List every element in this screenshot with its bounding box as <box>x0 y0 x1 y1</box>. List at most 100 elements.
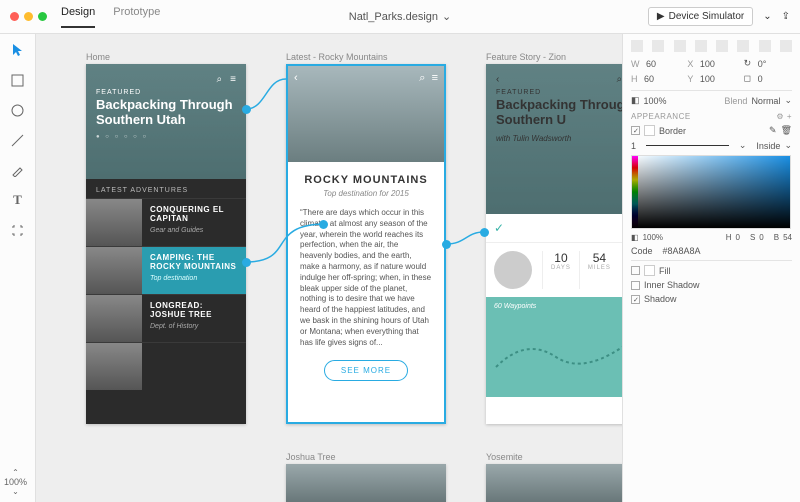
fx-icon[interactable]: ⚙ <box>776 112 784 121</box>
list-item[interactable]: CONQUERING EL CAPITANGear and Guides <box>86 198 246 246</box>
design-canvas[interactable]: Home ⌕ ≡ FEATURED Backpacking Through So… <box>36 34 622 502</box>
h-input[interactable]: 0 <box>736 233 740 242</box>
tab-design[interactable]: Design <box>61 6 95 28</box>
artboard-joshua[interactable] <box>286 464 446 502</box>
artboard-home[interactable]: ⌕ ≡ FEATURED Backpacking Through Souther… <box>86 64 246 424</box>
menu-icon[interactable]: ≡ <box>432 72 438 84</box>
check-icon[interactable]: ✓ <box>494 221 504 235</box>
see-more-button[interactable]: SEE MORE <box>324 360 408 381</box>
align-bottom-icon[interactable] <box>737 40 749 52</box>
border-swatch[interactable] <box>644 125 655 136</box>
document-title[interactable]: Natl_Parks.design ⌄ <box>349 10 452 23</box>
pager-dots[interactable]: ● ○ ○ ○ ○ ○ <box>96 134 236 140</box>
delete-icon[interactable]: 🗑 <box>781 125 792 136</box>
share-icon[interactable]: ⇪ <box>782 11 790 22</box>
border-label: Border <box>659 126 686 136</box>
left-toolbox: T ⌃ 100% ⌄ <box>0 34 36 502</box>
wire-node[interactable] <box>480 228 489 237</box>
artboard-label-feature[interactable]: Feature Story - Zion <box>486 52 566 62</box>
artboard-label-yosemite[interactable]: Yosemite <box>486 452 523 462</box>
rotate-icon: ↻ <box>744 58 752 69</box>
line-tool[interactable] <box>10 132 26 148</box>
action-bar: ✓ <box>486 214 622 242</box>
wire-node[interactable] <box>442 240 451 249</box>
ellipse-tool[interactable] <box>10 102 26 118</box>
pen-tool[interactable] <box>10 162 26 178</box>
back-icon[interactable]: ‹ <box>294 72 298 85</box>
align-middle-icon[interactable] <box>716 40 728 52</box>
device-simulator-button[interactable]: ▶ Device Simulator <box>648 7 753 26</box>
hex-input[interactable]: #8A8A8A <box>663 246 701 256</box>
list-item[interactable]: LONGREAD: JOSHUE TREEDept. of History <box>86 294 246 342</box>
align-top-icon[interactable] <box>695 40 707 52</box>
article-subtitle: Top destination for 2015 <box>300 189 432 198</box>
corner-input[interactable]: 0 <box>758 74 763 84</box>
inspector-panel: W 60 X 100 ↻ 0° H 60 Y 100 ◻ 0 ◧ 100% Bl… <box>622 34 800 502</box>
chevron-down-icon[interactable]: ⌄ <box>739 140 747 151</box>
artboard-feature[interactable]: ‹ ⌕ ≡ FEATURED Backpacking Through South… <box>486 64 622 424</box>
x-input[interactable]: 100 <box>700 59 715 69</box>
border-side-select[interactable]: Inside <box>756 141 780 151</box>
opacity-icon: ◧ <box>631 95 640 106</box>
featured-tag: FEATURED <box>496 89 622 96</box>
zoom-window-icon[interactable] <box>38 12 47 21</box>
inner-shadow-label: Inner Shadow <box>644 280 700 290</box>
rectangle-tool[interactable] <box>10 72 26 88</box>
artboard-label-latest[interactable]: Latest - Rocky Mountains <box>286 52 388 62</box>
shadow-checkbox[interactable] <box>631 295 640 304</box>
tab-prototype[interactable]: Prototype <box>113 6 160 28</box>
text-tool[interactable]: T <box>10 192 26 208</box>
menu-icon[interactable]: ≡ <box>230 74 236 85</box>
height-input[interactable]: 60 <box>644 74 654 84</box>
width-input[interactable]: 60 <box>646 59 656 69</box>
thumbnail <box>86 343 142 390</box>
blend-label: Blend <box>724 96 747 106</box>
fill-checkbox[interactable] <box>631 266 640 275</box>
align-center-h-icon[interactable] <box>652 40 664 52</box>
artboard-yosemite[interactable] <box>486 464 622 502</box>
avatar[interactable] <box>494 251 532 289</box>
artboard-label-home[interactable]: Home <box>86 52 110 62</box>
opacity-value[interactable]: 100% <box>644 96 667 106</box>
fill-swatch[interactable] <box>644 265 655 276</box>
map-section[interactable]: 60 Waypoints <box>486 297 622 397</box>
inner-shadow-checkbox[interactable] <box>631 281 640 290</box>
s-input[interactable]: 0 <box>759 233 763 242</box>
artboard-tool[interactable] <box>10 222 26 238</box>
b-input[interactable]: 54 <box>783 233 792 242</box>
rotate-input[interactable]: 0° <box>758 59 767 69</box>
wire-node[interactable] <box>242 105 251 114</box>
align-right-icon[interactable] <box>674 40 686 52</box>
color-picker[interactable] <box>631 155 791 229</box>
artboard-latest[interactable]: ‹ ⌕ ≡ ROCKY MOUNTAINS Top destination fo… <box>286 64 446 424</box>
distribute-v-icon[interactable] <box>780 40 792 52</box>
artboard-label-joshua[interactable]: Joshua Tree <box>286 452 336 462</box>
zoom-level[interactable]: ⌃ 100% ⌄ <box>4 468 27 496</box>
add-icon[interactable]: + <box>787 112 792 121</box>
wire-node[interactable] <box>319 220 328 229</box>
hue-strip[interactable] <box>632 156 638 228</box>
chevron-down-icon: ⌄ <box>784 95 792 106</box>
eyedropper-icon[interactable]: ✎ <box>769 125 777 136</box>
back-icon[interactable]: ‹ <box>496 74 499 85</box>
list-item[interactable] <box>86 342 246 390</box>
search-icon[interactable]: ⌕ <box>419 72 425 84</box>
border-checkbox[interactable] <box>631 126 640 135</box>
minimize-window-icon[interactable] <box>24 12 33 21</box>
author-line: with Tulin Wadsworth <box>496 134 622 143</box>
stat-miles: 54MILES <box>579 251 619 289</box>
search-icon[interactable]: ⌕ <box>217 74 223 85</box>
y-input[interactable]: 100 <box>700 74 715 84</box>
distribute-h-icon[interactable] <box>759 40 771 52</box>
chevron-down-icon[interactable]: ⌄ <box>763 11 771 22</box>
wire-node[interactable] <box>242 258 251 267</box>
list-item-selected[interactable]: CAMPING: THE ROCKY MOUNTAINSTop destinat… <box>86 246 246 294</box>
select-tool[interactable] <box>10 42 26 58</box>
chevron-down-icon: ⌄ <box>784 140 792 151</box>
blend-mode-select[interactable]: Normal <box>751 96 780 106</box>
align-left-icon[interactable] <box>631 40 643 52</box>
latest-hero: ‹ ⌕ ≡ <box>288 66 444 162</box>
close-window-icon[interactable] <box>10 12 19 21</box>
picker-opacity[interactable]: 100% <box>643 233 663 242</box>
border-width-input[interactable]: 1 <box>631 141 636 151</box>
